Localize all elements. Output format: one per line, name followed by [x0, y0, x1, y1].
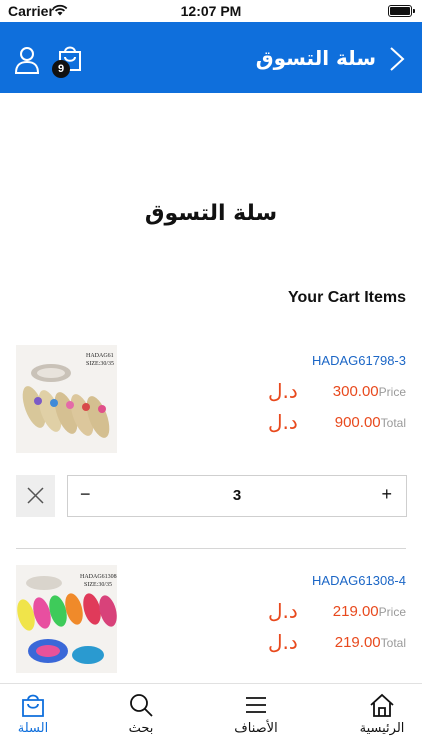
price-value: 300.00 [332, 383, 379, 400]
sandals-image: HADAG61308- SIZE:30/35 [16, 565, 117, 673]
quantity-stepper: − 3 + [67, 475, 407, 517]
svg-text:SIZE:30/35: SIZE:30/35 [84, 582, 112, 588]
currency-label: د.ل [268, 599, 298, 623]
user-icon[interactable] [14, 46, 40, 74]
remove-item-button[interactable] [16, 475, 55, 517]
price-row: 219.00Price [333, 603, 406, 623]
chevron-right-icon[interactable] [388, 46, 406, 72]
product-code[interactable]: HADAG61308-4 [312, 573, 406, 588]
quantity-value[interactable]: 3 [68, 487, 406, 504]
currency-label: د.ل [268, 410, 298, 434]
nav-label-cart: السلة [17, 721, 49, 736]
product-image[interactable]: HADAG61308- SIZE:30/35 [16, 565, 117, 673]
product-code[interactable]: HADAG61798-3 [312, 353, 406, 368]
shopping-bag-icon [22, 694, 44, 717]
total-label: Total [380, 636, 406, 650]
app-bar: 9 سلة التسوق [0, 22, 422, 93]
cart-count-badge: 9 [52, 60, 70, 78]
item-divider [16, 548, 406, 549]
sandals-image: HADAG61 SIZE:30/35 [16, 345, 117, 453]
battery-icon [388, 5, 415, 17]
cart-items-title: Your Cart Items [288, 289, 406, 306]
total-label: Total [380, 416, 406, 430]
nav-item-cart[interactable]: السلة [0, 692, 73, 746]
svg-text:HADAG61308-: HADAG61308- [80, 574, 117, 580]
price-label: Price [378, 385, 406, 399]
total-value: 219.00 [334, 634, 381, 651]
app-bar-title: سلة التسوق [255, 46, 376, 70]
svg-text:SIZE:30/35: SIZE:30/35 [86, 361, 114, 367]
bottom-navigation: السلة بحث الأصناف الرئيسية [0, 683, 422, 750]
currency-label: د.ل [268, 630, 298, 654]
nav-item-search[interactable]: بحث [101, 692, 181, 746]
nav-label-categories: الأصناف [234, 721, 278, 736]
status-time: 12:07 PM [180, 3, 242, 19]
increase-quantity-button[interactable]: + [381, 484, 392, 505]
status-bar: Carrier 12:07 PM [0, 0, 422, 22]
currency-label: د.ل [268, 379, 298, 403]
price-label: Price [378, 605, 406, 619]
page-title: سلة التسوق [144, 201, 278, 226]
home-icon [370, 693, 394, 717]
total-row: 900.00Total [335, 414, 406, 434]
total-value: 900.00 [334, 414, 381, 431]
price-value: 219.00 [332, 603, 379, 620]
nav-item-categories[interactable]: الأصناف [216, 692, 296, 746]
menu-icon [246, 697, 266, 713]
close-icon [27, 487, 44, 504]
nav-label-home: الرئيسية [359, 721, 405, 736]
product-image[interactable]: HADAG61 SIZE:30/35 [16, 345, 117, 453]
cart-button[interactable]: 9 [52, 42, 84, 78]
svg-text:HADAG61: HADAG61 [86, 353, 114, 359]
nav-label-search: بحث [128, 721, 154, 736]
search-icon [130, 694, 153, 717]
nav-item-home[interactable]: الرئيسية [342, 692, 422, 746]
total-row: 219.00Total [335, 634, 406, 654]
price-row: 300.00Price [333, 383, 406, 403]
